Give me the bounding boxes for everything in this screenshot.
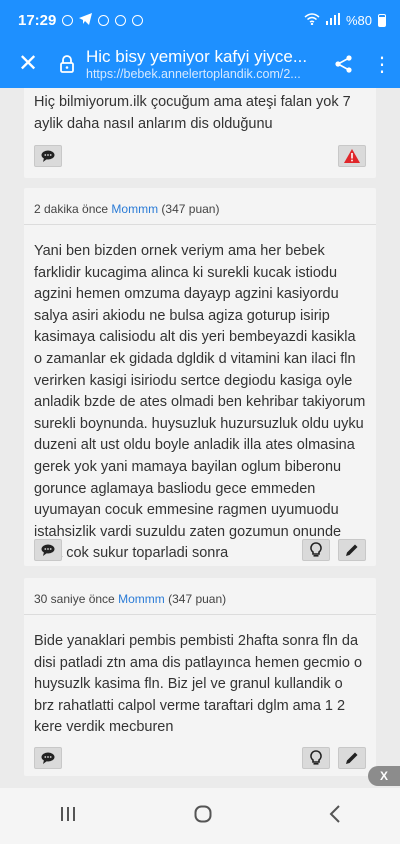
idea-button[interactable] <box>302 539 330 561</box>
comment-meta: 30 saniye önce Mommm (347 puan) <box>24 578 376 606</box>
comment-text: Yani ben bizden ornek veriym ama her beb… <box>34 243 366 562</box>
comment-author[interactable]: Mommm <box>111 202 158 216</box>
status-bar: 17:29 %80 <box>0 0 400 40</box>
back-icon[interactable] <box>329 804 341 828</box>
reply-button[interactable] <box>34 539 62 561</box>
lightbulb-icon <box>310 750 322 765</box>
comments-list[interactable]: Hiç bilmiyorum.ilk çocuğum ama ateşi fal… <box>0 88 400 788</box>
comment-time: 2 dakika önce <box>34 202 109 216</box>
comment-text: Bide yanaklari pembis pembisti 2hafta so… <box>34 633 363 736</box>
battery-icon <box>378 13 386 27</box>
notification-icon <box>98 14 110 26</box>
comment-author[interactable]: Mommm <box>118 592 165 606</box>
recent-apps-icon[interactable] <box>59 806 77 827</box>
comment-time: 30 saniye önce <box>34 592 115 606</box>
reply-button[interactable] <box>34 747 62 769</box>
telegram-icon <box>79 12 93 28</box>
divider <box>24 614 376 615</box>
divider <box>24 224 376 225</box>
share-icon[interactable] <box>324 54 364 74</box>
edit-button[interactable] <box>338 539 366 561</box>
lightbulb-icon <box>310 542 322 557</box>
shazam-icon <box>115 14 127 26</box>
comment-actions <box>24 736 376 780</box>
page-url: https://bebek.annelertoplandik.com/2... <box>86 67 301 81</box>
comment-card: 2 dakika önce Mommm (347 puan) Yani ben … <box>24 188 376 566</box>
comment-meta: 2 dakika önce Mommm (347 puan) <box>24 188 376 216</box>
speech-bubble-icon <box>41 752 55 764</box>
ad-close-button[interactable]: X <box>368 766 400 786</box>
whatsapp-icon <box>62 14 74 26</box>
comment-points: (347 puan) <box>168 592 227 606</box>
comment-card: 30 saniye önce Mommm (347 puan) Bide yan… <box>24 578 376 776</box>
battery-percent: %80 <box>345 12 372 28</box>
report-button[interactable] <box>338 145 366 167</box>
wifi-icon <box>304 12 320 28</box>
page-title-area[interactable]: Hic bisy yemiyor kafyi yiyce... https://… <box>78 47 324 81</box>
signal-icon <box>325 12 340 28</box>
comment-points: (347 puan) <box>161 202 220 216</box>
comment-card: Hiç bilmiyorum.ilk çocuğum ama ateşi fal… <box>24 88 376 178</box>
edit-button[interactable] <box>338 747 366 769</box>
speech-bubble-icon <box>41 150 55 162</box>
home-icon[interactable] <box>194 805 212 828</box>
page-title: Hic bisy yemiyor kafyi yiyce... <box>86 47 308 66</box>
browser-toolbar: ✕ Hic bisy yemiyor kafyi yiyce... https:… <box>0 40 400 88</box>
comment-actions <box>24 134 376 178</box>
pencil-icon <box>346 544 358 556</box>
app-icon <box>132 14 144 26</box>
warning-icon <box>344 149 360 163</box>
speech-bubble-icon <box>41 544 55 556</box>
comment-text: Hiç bilmiyorum.ilk çocuğum ama ateşi fal… <box>34 94 351 132</box>
lock-icon[interactable] <box>56 40 78 88</box>
pencil-icon <box>346 752 358 764</box>
status-time: 17:29 <box>18 11 57 29</box>
system-navigation-bar <box>0 788 400 844</box>
comment-actions <box>24 528 376 572</box>
idea-button[interactable] <box>302 747 330 769</box>
reply-button[interactable] <box>34 145 62 167</box>
close-icon[interactable]: ✕ <box>0 40 56 88</box>
more-options-icon[interactable]: ⋮ <box>364 52 400 77</box>
